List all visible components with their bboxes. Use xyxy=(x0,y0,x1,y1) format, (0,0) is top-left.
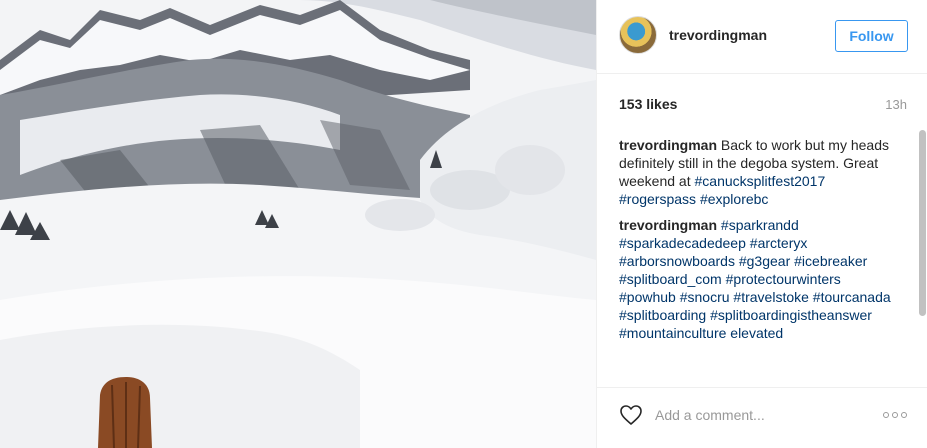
post-footer xyxy=(597,387,927,448)
comment-username[interactable]: trevordingman xyxy=(619,137,717,153)
hashtag-link[interactable]: #arcteryx xyxy=(750,235,808,251)
hashtag-link[interactable]: #splitboarding xyxy=(619,307,706,323)
avatar[interactable] xyxy=(619,16,657,54)
post-sidebar: trevordingman Follow 153 likes 13h trevo… xyxy=(596,0,927,448)
comments-scrollbar[interactable] xyxy=(919,128,926,380)
comment-body: #sparkrandd #sparkadecadedeep #arcteryx … xyxy=(619,217,891,341)
scrollbar-thumb[interactable] xyxy=(919,130,926,316)
instagram-post: trevordingman Follow 153 likes 13h trevo… xyxy=(0,0,927,448)
likes-count[interactable]: 153 likes xyxy=(619,96,677,112)
comment: trevordingman Back to work but my heads … xyxy=(619,136,901,208)
hashtag-link[interactable]: #g3gear xyxy=(739,253,790,269)
heart-icon[interactable] xyxy=(619,404,643,426)
comments-list: trevordingman Back to work but my heads … xyxy=(619,128,901,380)
comment: trevordingman #sparkrandd #sparkadecaded… xyxy=(619,216,901,342)
post-header: trevordingman Follow xyxy=(597,0,927,74)
post-photo[interactable] xyxy=(0,0,596,448)
add-comment-input[interactable] xyxy=(655,405,865,425)
hashtag-link[interactable]: #tourcanada xyxy=(813,289,891,305)
hashtag-link[interactable]: #explorebc xyxy=(700,191,769,207)
hashtag-link[interactable]: #powhub xyxy=(619,289,676,305)
hashtag-link[interactable]: #splitboard_com xyxy=(619,271,722,287)
hashtag-link[interactable]: #sparkadecadedeep xyxy=(619,235,746,251)
more-options-icon[interactable] xyxy=(883,410,909,420)
hashtag-link[interactable]: #mountainculture elevated xyxy=(619,325,783,341)
hashtag-link[interactable]: #travelstoke xyxy=(733,289,808,305)
comment-username[interactable]: trevordingman xyxy=(619,217,717,233)
post-time[interactable]: 13h xyxy=(885,97,907,112)
mountain-snow-image xyxy=(0,0,596,448)
post-meta: 153 likes 13h xyxy=(619,96,907,116)
dot xyxy=(892,412,898,418)
hashtag-link[interactable]: #arborsnowboards xyxy=(619,253,735,269)
hashtag-link[interactable]: #sparkrandd xyxy=(721,217,799,233)
hashtag-link[interactable]: #rogerspass xyxy=(619,191,696,207)
hashtag-link[interactable]: #snocru xyxy=(680,289,730,305)
dot xyxy=(883,412,889,418)
hashtag-link[interactable]: #canucksplitfest2017 xyxy=(695,173,826,189)
hashtag-link[interactable]: #splitboardingistheanswer xyxy=(710,307,872,323)
hashtag-link[interactable]: #protectourwinters xyxy=(726,271,841,287)
follow-button[interactable]: Follow xyxy=(835,20,908,52)
hashtag-link[interactable]: #icebreaker xyxy=(794,253,867,269)
dot xyxy=(901,412,907,418)
author-username[interactable]: trevordingman xyxy=(669,27,767,43)
